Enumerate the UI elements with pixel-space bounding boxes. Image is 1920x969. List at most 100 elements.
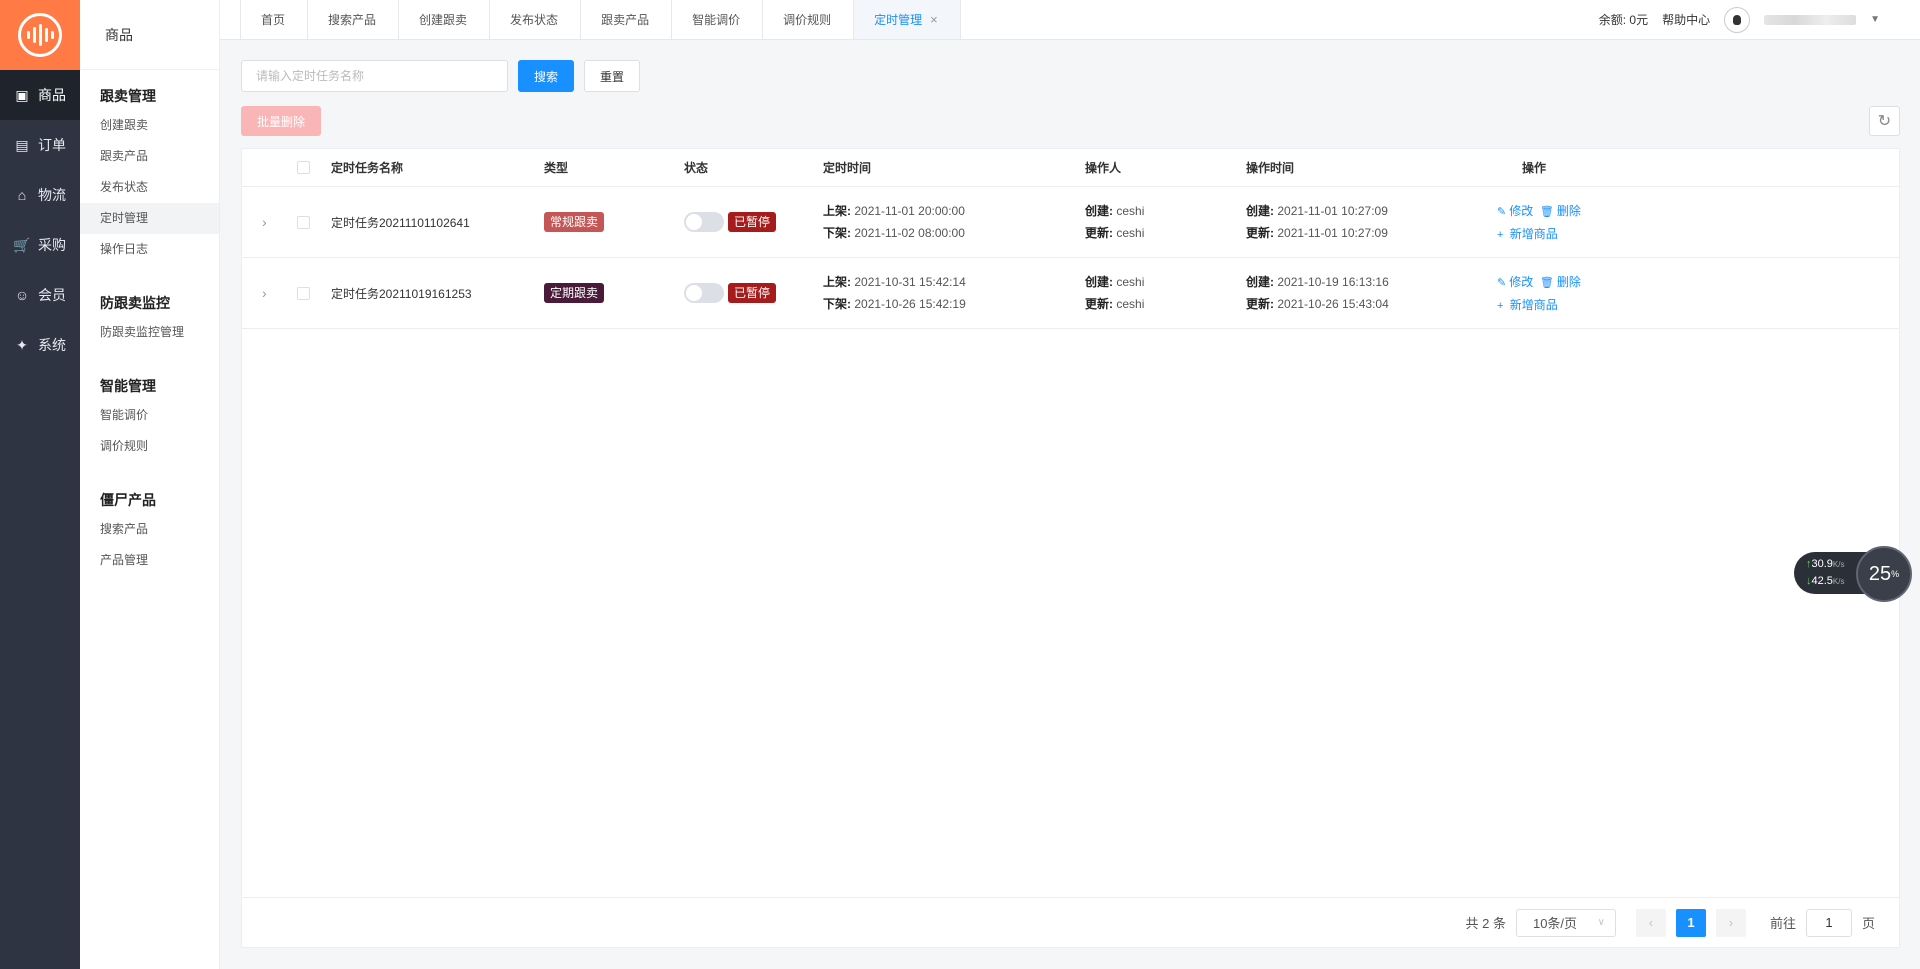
- goto-page-input[interactable]: [1805, 908, 1852, 937]
- download-unit: K/s: [1832, 577, 1845, 586]
- trash-icon: 🗑: [1539, 206, 1554, 218]
- rail-item-label: 采购: [38, 237, 66, 253]
- tab-label: 定时管理: [874, 13, 923, 27]
- tab-label: 创建跟卖: [419, 13, 468, 27]
- page-size-select[interactable]: 10条/页 ∨: [1515, 908, 1616, 937]
- edit-button[interactable]: ✎ 修改: [1497, 275, 1533, 289]
- sidebar-link[interactable]: 操作日志: [80, 234, 219, 265]
- sidebar-link[interactable]: 智能调价: [80, 400, 219, 431]
- avatar[interactable]: [1724, 6, 1751, 33]
- created-at-label: 创建:: [1246, 204, 1274, 218]
- refresh-icon[interactable]: ↻: [1869, 106, 1900, 136]
- sidebar-link[interactable]: 调价规则: [80, 431, 219, 462]
- table-row: › 定时任务20211101102641 常规跟卖 已暂停 上架: 2021-11-01…: [242, 187, 1899, 258]
- time-on: 2021-10-31 15:42:14: [854, 275, 966, 289]
- cpu-usage-circle: 25%: [1856, 546, 1912, 602]
- created-by-label: 创建:: [1085, 275, 1113, 289]
- expand-chevron-icon[interactable]: ›: [262, 214, 267, 230]
- row-checkbox[interactable]: [297, 287, 310, 300]
- updated-by-label: 更新:: [1085, 297, 1113, 311]
- tab-6[interactable]: 调价规则: [762, 0, 853, 39]
- rail-item-5[interactable]: ✦ 系统: [0, 320, 80, 370]
- col-op-time: 操作时间: [1246, 161, 1295, 175]
- sidebar-link[interactable]: 产品管理: [80, 545, 219, 576]
- tab-0[interactable]: 首页: [240, 0, 307, 39]
- updated-by-label: 更新:: [1085, 226, 1113, 240]
- time-off: 2021-10-26 15:42:19: [854, 297, 966, 311]
- user-avatar-icon: [1733, 14, 1742, 25]
- main-content: 搜索 重置 批量删除 ↻ 定时任务名称 类型 状态 定时时间 操作人 操作时间 …: [220, 40, 1920, 969]
- add-product-label: 新增商品: [1509, 298, 1558, 312]
- edit-icon: ✎: [1497, 206, 1507, 218]
- status-toggle[interactable]: [684, 212, 724, 232]
- balance-text: 余额: 0元: [1598, 13, 1649, 27]
- created-at-label: 创建:: [1246, 275, 1274, 289]
- row-actions: ✎ 修改 🗑 删除 + 新增商品: [1497, 200, 1581, 246]
- row-checkbox[interactable]: [297, 216, 310, 229]
- total-count: 共 2 条: [1465, 916, 1506, 931]
- sidebar-link[interactable]: 发布状态: [80, 172, 219, 203]
- select-all-checkbox[interactable]: [297, 161, 310, 174]
- tab-label: 首页: [261, 13, 286, 27]
- rail-item-label: 订单: [38, 137, 66, 153]
- upload-speed: 30.9: [1811, 558, 1833, 570]
- sidebar-header: 商品: [80, 0, 219, 70]
- network-speed-widget[interactable]: ↑30.9K/s ↓42.5K/s 25%: [1794, 546, 1912, 602]
- add-product-button[interactable]: + 新增商品: [1497, 298, 1558, 312]
- batch-delete-button[interactable]: 批量删除: [241, 106, 321, 136]
- rail-item-label: 会员: [38, 287, 66, 303]
- created-by: ceshi: [1116, 204, 1145, 218]
- tab-7[interactable]: 定时管理 ×: [853, 0, 961, 39]
- chevron-down-icon[interactable]: ▼: [1870, 14, 1880, 25]
- tab-3[interactable]: 发布状态: [489, 0, 580, 39]
- delete-button[interactable]: 🗑 删除: [1540, 204, 1581, 218]
- status-cell: 已暂停: [684, 283, 777, 303]
- top-tab-bar: 首页 搜索产品 创建跟卖 发布状态 跟卖产品 智能调价 调价规则 定时管理 × 余额: 0元 帮…: [220, 0, 1920, 40]
- rail-item-3[interactable]: 🛒 采购: [0, 220, 80, 270]
- type-tag: 常规跟卖: [544, 212, 605, 232]
- rail-item-label: 商品: [38, 87, 66, 103]
- sidebar-link[interactable]: 定时管理: [80, 203, 219, 234]
- col-operator: 操作人: [1085, 161, 1122, 175]
- close-icon[interactable]: ×: [930, 12, 938, 27]
- tab-4[interactable]: 跟卖产品: [580, 0, 671, 39]
- updated-at: 2021-11-01 10:27:09: [1277, 226, 1388, 240]
- sidebar-link[interactable]: 搜索产品: [80, 514, 219, 545]
- sidebar-group: 防跟卖监控 防跟卖监控管理: [80, 265, 219, 348]
- sidebar-group: 僵尸产品 搜索产品 产品管理: [80, 462, 219, 576]
- task-name-search-input[interactable]: [241, 60, 508, 92]
- next-page-button[interactable]: ›: [1715, 908, 1746, 937]
- page-size-value: 10条/页: [1532, 916, 1578, 931]
- edit-button[interactable]: ✎ 修改: [1497, 204, 1533, 218]
- rail-item-0[interactable]: ▣ 商品: [0, 70, 80, 120]
- time-on-label: 上架:: [823, 275, 851, 289]
- chevron-left-icon: ‹: [1648, 915, 1654, 930]
- sidebar-group: 智能管理 智能调价 调价规则: [80, 348, 219, 462]
- tab-1[interactable]: 搜索产品: [307, 0, 398, 39]
- sidebar-link[interactable]: 创建跟卖: [80, 110, 219, 141]
- operator: 创建: ceshi 更新: ceshi: [1085, 200, 1144, 244]
- reset-button[interactable]: 重置: [584, 60, 640, 92]
- tab-2[interactable]: 创建跟卖: [398, 0, 489, 39]
- sidebar-link[interactable]: 跟卖产品: [80, 141, 219, 172]
- tab-5[interactable]: 智能调价: [671, 0, 762, 39]
- delete-button[interactable]: 🗑 删除: [1540, 275, 1581, 289]
- help-center-link[interactable]: 帮助中心: [1662, 11, 1710, 28]
- app-logo[interactable]: [0, 0, 80, 70]
- expand-chevron-icon[interactable]: ›: [262, 285, 267, 301]
- logistics-icon: ⌂: [17, 187, 27, 203]
- cpu-percent-unit: %: [1891, 569, 1900, 579]
- header-right: 余额: 0元 帮助中心 ▼: [1599, 0, 1920, 39]
- operator: 创建: ceshi 更新: ceshi: [1085, 271, 1144, 315]
- updated-at: 2021-10-26 15:43:04: [1277, 297, 1389, 311]
- rail-item-2[interactable]: ⌂ 物流: [0, 170, 80, 220]
- rail-item-1[interactable]: ▤ 订单: [0, 120, 80, 170]
- status-toggle[interactable]: [684, 283, 724, 303]
- search-button[interactable]: 搜索: [518, 60, 574, 92]
- page-number-current[interactable]: 1: [1675, 908, 1706, 937]
- rail-item-4[interactable]: ☺ 会员: [0, 270, 80, 320]
- sidebar-link[interactable]: 防跟卖监控管理: [80, 317, 219, 348]
- logo-soundwave-icon: [18, 13, 62, 57]
- prev-page-button[interactable]: ‹: [1635, 908, 1666, 937]
- add-product-button[interactable]: + 新增商品: [1497, 227, 1558, 241]
